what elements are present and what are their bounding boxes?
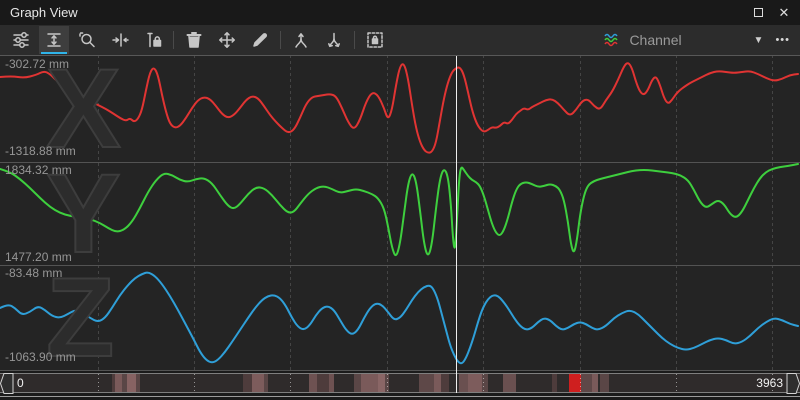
z-min-label: -1063.90 mm xyxy=(5,350,76,364)
timeline-band xyxy=(361,374,378,392)
timeline-right-cap[interactable] xyxy=(786,373,800,394)
timeline-band xyxy=(264,374,268,392)
timeline-band xyxy=(329,374,334,392)
timeline-band xyxy=(441,374,449,392)
timeline-tick xyxy=(194,374,195,392)
timeline-tick xyxy=(483,374,484,392)
timeline-band xyxy=(503,374,516,392)
timeline-band xyxy=(434,374,441,392)
toolbar-separator xyxy=(354,31,355,49)
chevron-down-icon: ▼ xyxy=(754,35,764,46)
window-controls: ✕ xyxy=(748,0,794,25)
split-channels-button[interactable] xyxy=(319,26,349,54)
timeline-tick xyxy=(290,374,291,392)
playhead-cursor[interactable] xyxy=(456,56,458,393)
sliders-icon xyxy=(11,30,31,50)
window-title: Graph View xyxy=(10,5,78,20)
x-max-label: -302.72 mm xyxy=(5,57,69,71)
y-max-label: 1834.32 mm xyxy=(5,163,72,177)
timeline-band xyxy=(468,374,482,392)
timeline-band xyxy=(552,374,557,392)
z-max-label: -83.48 mm xyxy=(5,266,62,280)
more-options-button[interactable]: ••• xyxy=(773,30,792,50)
timeline-end-frame: 3963 xyxy=(756,376,783,390)
merge-icon xyxy=(291,30,311,50)
y-min-label: 1477.20 mm xyxy=(5,250,72,264)
timeline-start-frame: 0 xyxy=(17,376,24,390)
delete-keys-button[interactable] xyxy=(179,26,209,54)
split-icon xyxy=(324,30,344,50)
titlebar[interactable]: Graph View ✕ xyxy=(0,0,800,25)
timeline-band xyxy=(600,374,609,392)
timeline-band xyxy=(115,374,122,392)
merge-channels-button[interactable] xyxy=(286,26,316,54)
graph-view-window: Graph View ✕ xyxy=(0,0,800,400)
timeline-scrubber[interactable]: 0 3963 xyxy=(0,373,800,393)
trash-icon xyxy=(184,30,204,50)
track-settings-button[interactable] xyxy=(6,26,36,54)
timeline-band xyxy=(459,374,468,392)
toolbar-right: Channel ▼ ••• xyxy=(603,25,792,55)
timeline-band xyxy=(592,374,598,392)
close-icon: ✕ xyxy=(779,5,790,21)
timeline-left-cap[interactable] xyxy=(0,373,14,394)
timeline-band xyxy=(252,374,264,392)
timeline-tick xyxy=(580,374,581,392)
close-button[interactable]: ✕ xyxy=(774,3,794,23)
channel-dropdown[interactable]: Channel ▼ xyxy=(603,28,763,52)
cursor-lock-icon xyxy=(143,30,163,50)
lock-cursor-button[interactable] xyxy=(138,26,168,54)
timeline-tick xyxy=(98,374,99,392)
timeline-band xyxy=(419,374,434,392)
timeline-band xyxy=(309,374,317,392)
plot-canvas[interactable]: X Y Z -302.72 mm -1318.88 mm 1834.32 mm … xyxy=(0,55,800,371)
move-icon xyxy=(217,30,237,50)
draw-keys-button[interactable] xyxy=(245,26,275,54)
timeline-band xyxy=(317,374,329,392)
ellipsis-icon: ••• xyxy=(775,34,790,46)
toolbar-separator xyxy=(173,31,174,49)
maximize-icon xyxy=(754,8,763,17)
window-bottom-edge xyxy=(0,396,800,397)
channel-waves-icon xyxy=(603,32,621,48)
timeline-band xyxy=(127,374,136,392)
toolbar-separator xyxy=(280,31,281,49)
timeline-band xyxy=(136,374,140,392)
marquee-lock-icon xyxy=(365,30,385,50)
timeline-tick xyxy=(387,374,388,392)
channel-label: Channel xyxy=(629,32,681,48)
timeline-band xyxy=(581,374,592,392)
move-keys-button[interactable] xyxy=(212,26,242,54)
timeline-band xyxy=(354,374,361,392)
x-min-label: -1318.88 mm xyxy=(5,144,76,158)
marquee-select-lock-button[interactable] xyxy=(360,26,390,54)
pencil-icon xyxy=(250,30,270,50)
timeline-band xyxy=(243,374,252,392)
timeline-tick xyxy=(676,374,677,392)
maximize-button[interactable] xyxy=(748,3,768,23)
timeline-band xyxy=(378,374,385,392)
